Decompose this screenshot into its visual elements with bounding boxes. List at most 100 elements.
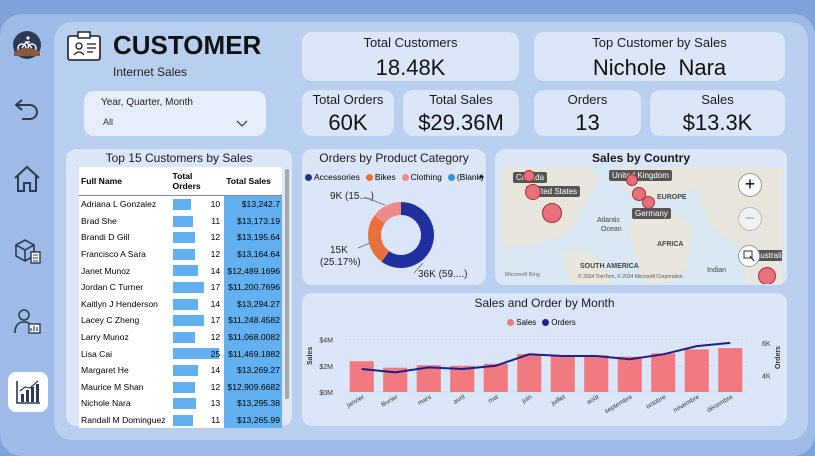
legend-dot xyxy=(401,173,409,181)
orders-value: 13 xyxy=(210,398,221,409)
map-bubble-us-west[interactable] xyxy=(525,184,541,200)
legend-label: Accessories xyxy=(314,172,360,182)
sales-bar[interactable] xyxy=(718,348,743,392)
table-row[interactable]: Kaitlyn J Henderson 14 $13,294.27 xyxy=(79,295,282,313)
orders-bar xyxy=(172,199,191,210)
sales-bar[interactable] xyxy=(617,356,642,392)
kpi-value: Nichole Nara xyxy=(592,55,727,80)
total-sales-cell: $13,269.27 xyxy=(224,361,282,379)
analytics-chart-icon[interactable] xyxy=(8,372,48,412)
sales-bar[interactable] xyxy=(517,353,542,392)
sales-bar[interactable] xyxy=(684,349,709,392)
x-tick-label: avril xyxy=(452,393,466,405)
y-tick-label: $2M xyxy=(319,364,333,371)
table-row[interactable]: Margaret He 14 $13,269.27 xyxy=(79,361,282,379)
table-row[interactable]: Lisa Cai 25 $11,469.1882 xyxy=(79,345,282,362)
legend-item[interactable]: Clothing xyxy=(401,172,442,182)
total-orders-cell: 13 xyxy=(171,395,225,412)
kpi-sales: Sales $13.3K xyxy=(650,90,785,136)
legend-item[interactable]: Bikes xyxy=(365,172,396,182)
orders-value: 25 xyxy=(210,348,221,359)
table-row[interactable]: Maurice M Shan 12 $12,909.6682 xyxy=(79,378,282,396)
table-row[interactable]: Randall M Dominguez 11 $13,265.99 xyxy=(79,411,282,429)
table-row[interactable]: Adriana L Gonzalez 10 $13,242.7 xyxy=(79,195,282,213)
bike-logo-icon xyxy=(8,26,46,64)
scrollbar-thumb[interactable] xyxy=(285,169,289,399)
map-credit: © 2024 TomTom, © 2024 Microsoft Corporat… xyxy=(578,274,683,280)
sales-bar[interactable] xyxy=(550,355,575,392)
column-header[interactable]: Full Name xyxy=(79,167,171,196)
total-orders-cell: 14 xyxy=(171,362,225,379)
table-row[interactable]: Lacey C Zheng 17 $11,248.4582 xyxy=(79,312,282,329)
orders-bar xyxy=(172,298,199,310)
kpi-label: Total Orders xyxy=(312,92,384,107)
donut-slice-bikes[interactable] xyxy=(368,215,390,262)
column-header[interactable]: Total Sales xyxy=(224,167,282,196)
donut-chart: 9K (15....) 15K(25.17%) 36K (59....) xyxy=(320,191,467,280)
customer-name-cell: Kaitlyn J Henderson xyxy=(81,298,158,309)
total-sales-cell: $13,195.64 xyxy=(224,229,282,246)
sales-map[interactable]: Canada United States United Kingdom Germ… xyxy=(502,167,782,284)
map-bubble-us[interactable] xyxy=(542,203,562,223)
customer-name-cell: Larry Munoz xyxy=(81,332,129,343)
legend-dot xyxy=(365,173,373,181)
legend-item[interactable]: Accessories xyxy=(305,172,360,182)
orders-value: 17 xyxy=(210,282,221,293)
x-tick-label: octobre xyxy=(645,393,668,410)
orders-bar xyxy=(172,281,204,293)
x-tick-label: novembre xyxy=(672,393,701,414)
y-tick-label: $0M xyxy=(319,390,333,397)
select-tool-icon[interactable] xyxy=(738,245,760,267)
orders-value: 11 xyxy=(211,415,221,426)
map-bubble-canada[interactable] xyxy=(523,170,535,182)
table-scrollbar[interactable] xyxy=(285,169,289,419)
legend-label: Clothing xyxy=(410,172,442,182)
customer-user-icon[interactable] xyxy=(8,302,46,340)
donut-legend: Accessories Bikes Clothing (Blank) xyxy=(305,172,490,183)
donut-title: Orders by Product Category xyxy=(319,151,469,165)
column-header[interactable]: Total Orders xyxy=(170,167,225,196)
home-icon[interactable] xyxy=(8,160,46,198)
y-axis-title: Sales xyxy=(307,347,314,365)
legend-next-arrow-icon[interactable]: ▸ xyxy=(480,172,484,181)
table-row[interactable]: Brandi D Gill 12 $13,195.64 xyxy=(79,229,282,246)
table-row[interactable]: Larry Munoz 12 $11,068.0082 xyxy=(79,328,282,346)
back-arrow-icon[interactable] xyxy=(8,88,46,126)
kpi-label: Top Customer by Sales xyxy=(592,35,727,50)
sales-bar[interactable] xyxy=(349,361,374,392)
kpi-total-sales: Total Sales $29.36M xyxy=(403,90,519,136)
map-region-europe: EUROPE xyxy=(657,194,687,201)
total-orders-cell: 11 xyxy=(171,213,225,230)
table-row[interactable]: Janet Munoz 14 $12,489.1696 xyxy=(79,262,282,279)
map-bubble-uk[interactable] xyxy=(626,174,638,186)
sales-bar[interactable] xyxy=(651,353,676,392)
customer-name-cell: Lacey C Zheng xyxy=(81,315,140,326)
sales-bar[interactable] xyxy=(584,355,609,392)
map-bubble-germany[interactable] xyxy=(642,196,655,209)
product-box-icon[interactable] xyxy=(8,232,46,270)
total-sales-cell: $11,469.1882 xyxy=(224,345,282,362)
orders-bar xyxy=(172,215,193,227)
total-sales-cell: $11,248.4582 xyxy=(224,312,282,329)
zoom-out-button[interactable]: − xyxy=(738,207,762,231)
chevron-down-icon[interactable] xyxy=(236,115,248,127)
kpi-label: Total Sales xyxy=(429,92,493,107)
table-row[interactable]: Brad She 11 $13,173.19 xyxy=(79,212,282,230)
table-row[interactable]: Jordan C Turner 17 $11,200.7696 xyxy=(79,278,282,296)
total-sales-cell: $13,173.19 xyxy=(224,212,282,230)
orders-value: 14 xyxy=(210,365,221,376)
total-orders-cell: 14 xyxy=(171,262,225,279)
kpi-value: $13.3K xyxy=(682,110,753,135)
sales-bar[interactable] xyxy=(483,363,508,392)
legend-label: Bikes xyxy=(374,172,396,182)
date-slicer[interactable]: Year, Quarter, Month All xyxy=(84,91,266,136)
zoom-in-button[interactable]: + xyxy=(738,173,762,197)
legend-item[interactable]: (Blank) xyxy=(447,172,484,182)
total-orders-cell: 25 xyxy=(171,345,225,362)
table-row[interactable]: Francisco A Sara 12 $13,164.64 xyxy=(79,245,282,263)
orders-value: 12 xyxy=(210,332,221,343)
total-sales-cell: $12,909.6682 xyxy=(224,378,282,396)
table-row[interactable]: Nichole Nara 13 $13,295.38 xyxy=(79,395,282,412)
map-bubble-australia[interactable] xyxy=(758,267,776,284)
customer-name-cell: Margaret He xyxy=(81,365,129,376)
